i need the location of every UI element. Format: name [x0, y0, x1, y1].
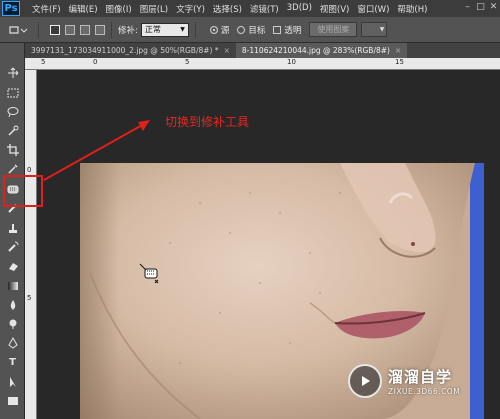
- watermark-subtitle: ZIXUE.3D66.COM: [388, 386, 461, 396]
- annotation-text: 切换到修补工具: [165, 115, 250, 129]
- watermark: 溜溜自学 ZIXUE.3D66.COM: [348, 358, 500, 403]
- watermark-title: 溜溜自学: [388, 367, 453, 386]
- annotation-arrow: [43, 120, 150, 181]
- watermark-text: 溜溜自学 ZIXUE.3D66.COM: [388, 366, 460, 396]
- play-logo-icon: [348, 363, 382, 398]
